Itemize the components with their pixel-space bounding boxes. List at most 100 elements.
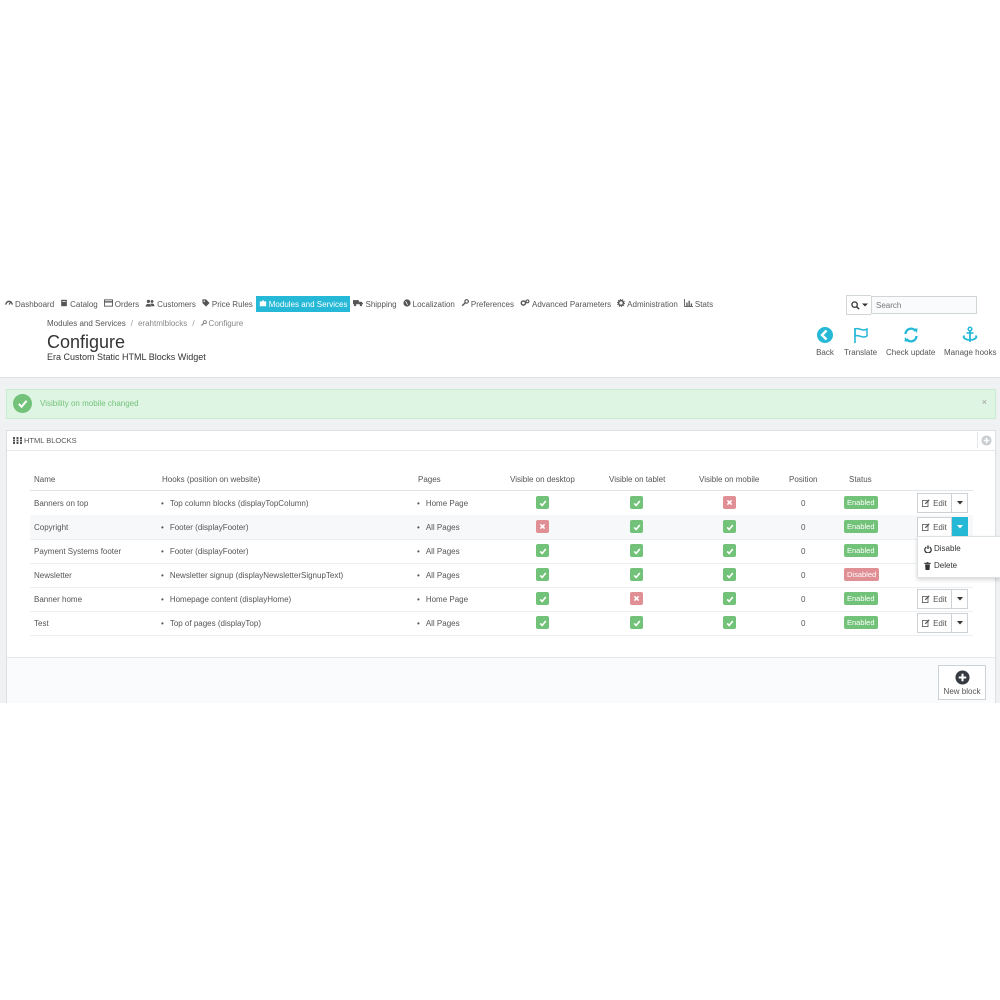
menu-item-label: Administration [627, 299, 678, 309]
table-row[interactable]: Banner home Homepage content (displayHome… [30, 587, 973, 612]
menu-item-orders[interactable]: Orders [101, 296, 142, 312]
status-badge[interactable]: Enabled [844, 520, 878, 533]
mobile-visibility-toggle[interactable] [723, 544, 736, 557]
menu-item-customers[interactable]: Customers [142, 296, 199, 312]
row-pages: All Pages [417, 547, 460, 556]
column-header-status[interactable]: Status [849, 475, 872, 484]
edit-label: Edit [933, 594, 947, 604]
menu-item-advanced-parameters[interactable]: Advanced Parameters [517, 296, 614, 312]
edit-button[interactable]: Edit [917, 517, 952, 537]
edit-button[interactable]: Edit [917, 589, 952, 609]
actions-dropdown-toggle[interactable] [952, 493, 968, 513]
check-update-button[interactable]: Check update [886, 325, 935, 357]
status-badge[interactable]: Enabled [844, 616, 878, 629]
mobile-visibility-toggle[interactable] [723, 568, 736, 581]
tablet-visibility-toggle[interactable] [630, 520, 643, 533]
delete-label: Delete [934, 561, 958, 570]
edit-label: Edit [933, 618, 947, 628]
panel-add-button[interactable] [977, 432, 994, 448]
tablet-visibility-toggle[interactable] [630, 568, 643, 581]
breadcrumb-module[interactable]: erahtmlblocks [138, 319, 187, 328]
new-block-button[interactable]: New block [938, 665, 986, 700]
success-alert: Visibility on mobile changed × [6, 389, 996, 419]
disable-label: Disable [934, 544, 961, 553]
row-position: 0 [801, 547, 806, 556]
tablet-visibility-toggle[interactable] [630, 616, 643, 629]
check-icon [726, 547, 734, 555]
menu-item-catalog[interactable]: Catalog [57, 296, 101, 312]
manage-hooks-button[interactable]: Manage hooks [944, 325, 996, 357]
row-position: 0 [801, 523, 806, 532]
column-header-hooks[interactable]: Hooks (position on website) [162, 475, 260, 484]
tablet-visibility-toggle[interactable] [630, 496, 643, 509]
menu-item-stats[interactable]: Stats [681, 296, 716, 312]
menu-item-shipping[interactable]: Shipping [350, 296, 399, 312]
actions-dropdown-toggle[interactable] [952, 613, 968, 633]
mobile-visibility-toggle[interactable] [723, 520, 736, 533]
row-name: Banners on top [34, 499, 89, 508]
edit-button[interactable]: Edit [917, 493, 952, 513]
menu-item-administration[interactable]: Administration [614, 296, 681, 312]
desktop-visibility-toggle[interactable] [536, 520, 549, 533]
check-update-label: Check update [886, 348, 936, 357]
column-header-position[interactable]: Position [789, 475, 817, 484]
desktop-visibility-toggle[interactable] [536, 544, 549, 557]
mobile-visibility-toggle[interactable] [723, 592, 736, 605]
actions-dropdown-toggle[interactable] [952, 589, 968, 609]
search-input[interactable] [871, 296, 977, 314]
page-subtitle: Era Custom Static HTML Blocks Widget [47, 352, 206, 362]
table-row[interactable]: Banners on top Top column blocks (display… [30, 491, 973, 516]
menu-item-preferences[interactable]: Preferences [458, 296, 517, 312]
row-pages: All Pages [417, 619, 460, 628]
desktop-visibility-toggle[interactable] [536, 568, 549, 581]
column-header-pages[interactable]: Pages [418, 475, 441, 484]
table-row[interactable]: Copyright Footer (displayFooter) All Pages… [30, 515, 973, 540]
actions-dropdown-toggle[interactable] [952, 517, 968, 537]
back-button[interactable]: Back [815, 325, 835, 357]
menu-item-label: Stats [694, 299, 714, 309]
status-badge[interactable]: Enabled [844, 496, 878, 509]
desktop-visibility-toggle[interactable] [536, 592, 549, 605]
search-bar [846, 295, 977, 315]
disable-menu-item[interactable]: Disable [924, 544, 961, 553]
breadcrumb-separator: / [192, 319, 195, 328]
menu-item-localization[interactable]: Localization [400, 296, 458, 312]
search-type-button[interactable] [846, 295, 871, 315]
menu-item-label: Preferences [470, 299, 515, 309]
status-badge[interactable]: Disabled [844, 568, 880, 581]
menu-item-price-rules[interactable]: Price Rules [199, 296, 256, 312]
row-hook: Footer (displayFooter) [161, 523, 249, 532]
table-row[interactable]: Payment Systems footer Footer (displayFoo… [30, 539, 973, 564]
mobile-visibility-toggle[interactable] [723, 616, 736, 629]
column-header-mobile[interactable]: Visible on mobile [699, 475, 759, 484]
tablet-visibility-toggle[interactable] [630, 592, 643, 605]
row-actions: Edit [917, 613, 968, 633]
alert-close-button[interactable]: × [982, 397, 987, 407]
mobile-visibility-toggle[interactable] [723, 496, 736, 509]
row-actions: Edit [917, 589, 968, 609]
delete-menu-item[interactable]: Delete [924, 561, 957, 570]
row-pages: Home Page [417, 595, 468, 604]
desktop-visibility-toggle[interactable] [536, 496, 549, 509]
pencil-square-icon [922, 523, 930, 531]
menu-item-dashboard[interactable]: Dashboard [2, 296, 57, 312]
menu-item-modules-and-services[interactable]: Modules and Services [255, 296, 351, 312]
column-header-name[interactable]: Name [34, 475, 55, 484]
column-header-tablet[interactable]: Visible on tablet [609, 475, 665, 484]
table-row[interactable]: Test Top of pages (displayTop) All Pages 0 E… [30, 611, 973, 636]
tablet-visibility-toggle[interactable] [630, 544, 643, 557]
plus-circle-icon [954, 669, 970, 685]
column-header-desktop[interactable]: Visible on desktop [510, 475, 575, 484]
row-hook: Homepage content (displayHome) [161, 595, 291, 604]
check-icon [539, 547, 547, 555]
translate-button[interactable]: Translate [844, 325, 877, 357]
status-badge[interactable]: Enabled [844, 592, 878, 605]
table-row[interactable]: Newsletter Newsletter signup (displayNews… [30, 563, 973, 588]
row-position: 0 [801, 499, 806, 508]
breadcrumb-root[interactable]: Modules and Services [47, 319, 126, 328]
check-icon [633, 523, 641, 531]
edit-button[interactable]: Edit [917, 613, 952, 633]
status-badge[interactable]: Enabled [844, 544, 878, 557]
admin-app: Dashboard Catalog Orders Customers Price Rul… [0, 293, 1000, 703]
desktop-visibility-toggle[interactable] [536, 616, 549, 629]
